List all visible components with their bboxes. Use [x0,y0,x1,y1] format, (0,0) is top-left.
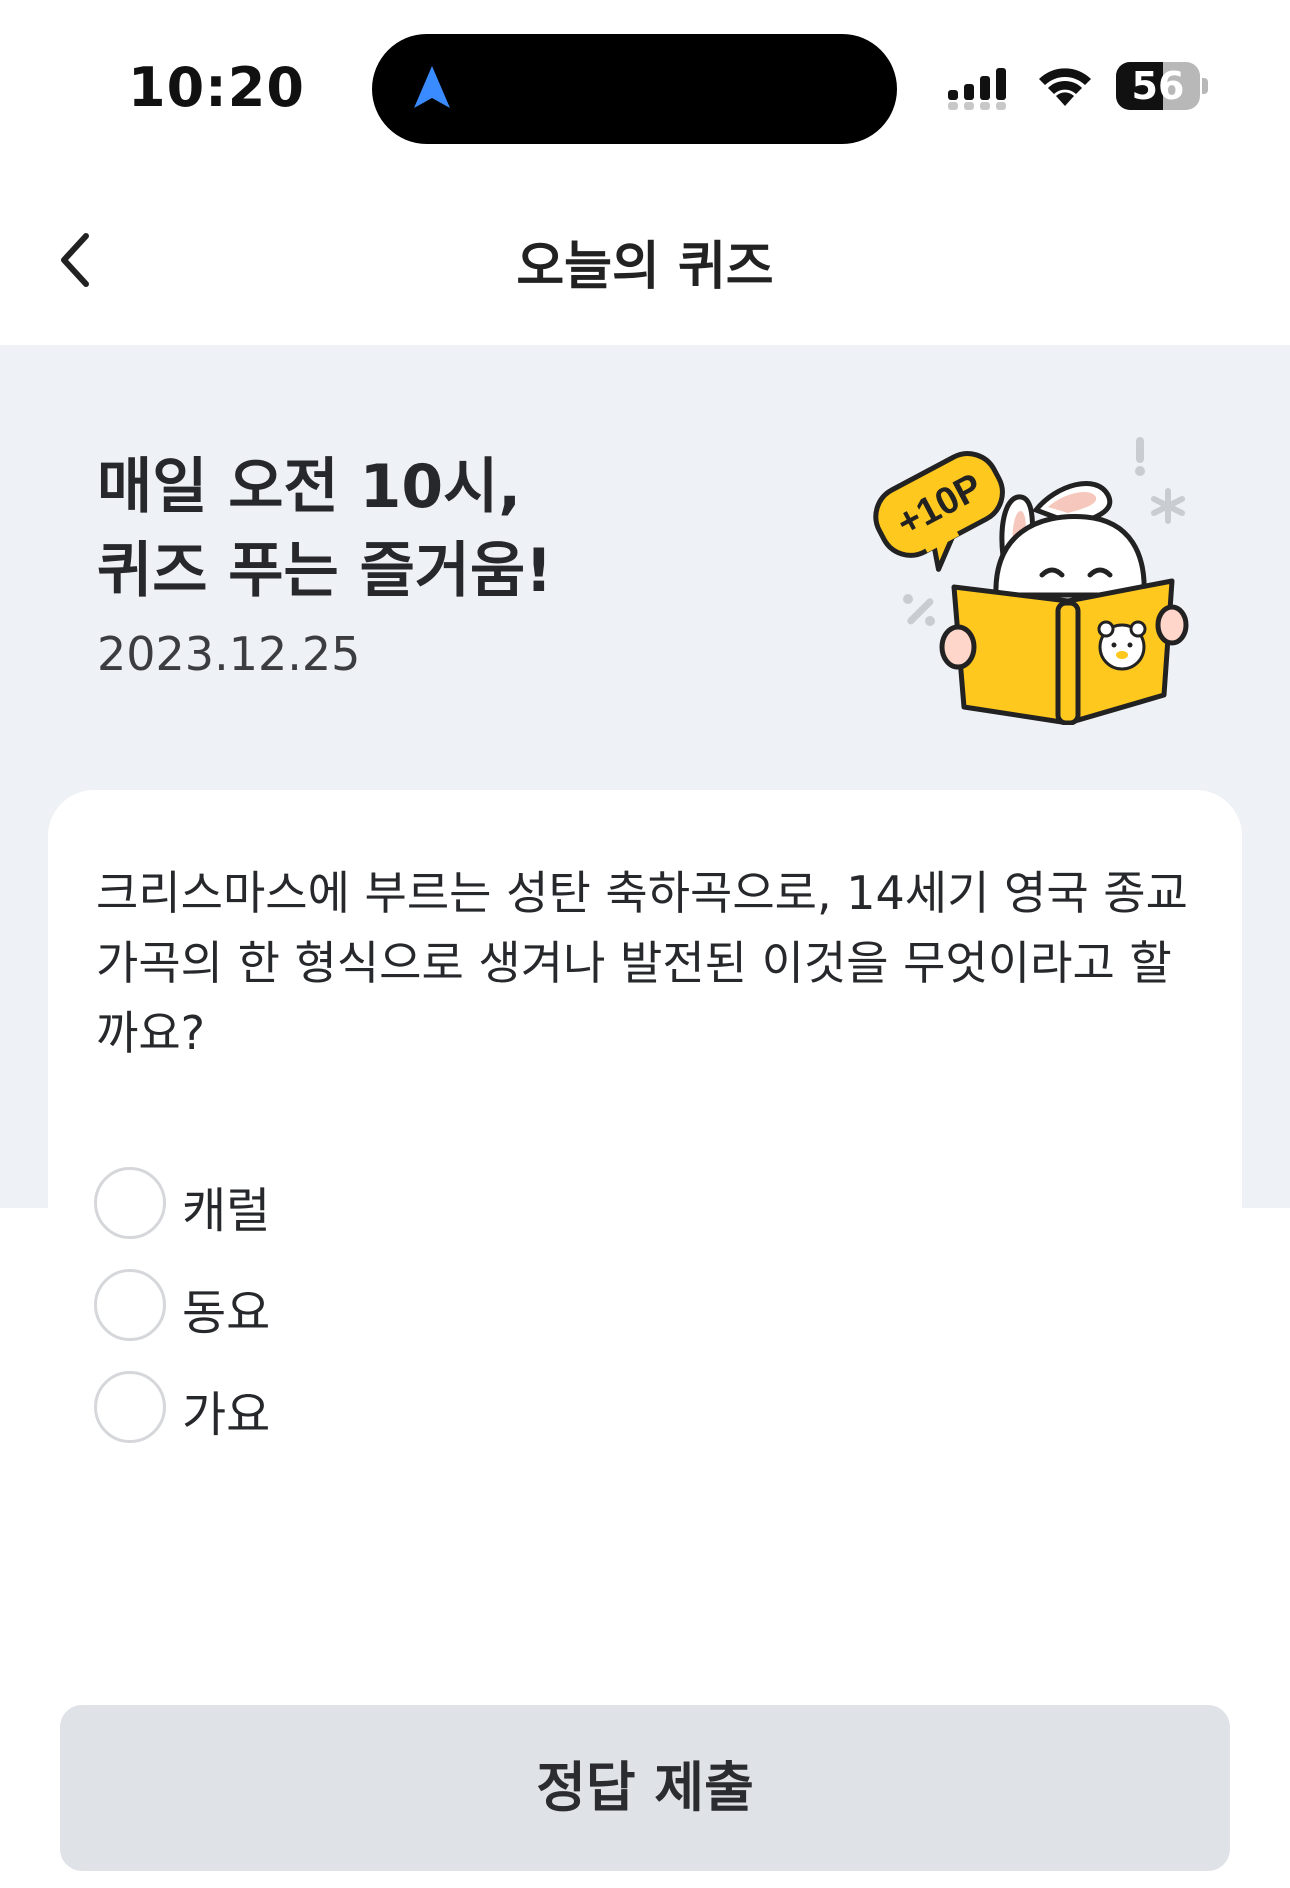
battery-body: 56 [1116,62,1200,110]
dynamic-island [372,34,897,144]
page-title: 오늘의 퀴즈 [516,237,774,297]
quiz-screen: 10:20 56 오늘의 퀴즈 매일 오전 10시, 퀴즈 푸는 즐거움! 20… [0,0,1290,1888]
option-carol[interactable]: 캐럴 [94,1167,694,1239]
battery-level-text: 56 [1131,64,1185,108]
quiz-date: 2023.12.25 [97,627,361,681]
radio-button[interactable] [94,1167,166,1239]
option-pop-song[interactable]: 가요 [94,1371,694,1443]
radio-button[interactable] [94,1371,166,1443]
battery-nub [1202,78,1208,94]
status-time: 10:20 [128,56,305,119]
location-arrow-icon [414,66,450,108]
status-bar: 10:20 56 [0,0,1290,160]
option-label: 캐럴 [182,1183,271,1239]
wifi-icon [1039,68,1091,106]
option-label: 가요 [182,1387,271,1443]
nav-bar: 오늘의 퀴즈 [0,190,1290,340]
quiz-question: 크리스마스에 부르는 성탄 축하곡으로, 14세기 영국 종교 가곡의 한 형식… [96,866,1188,1060]
submit-answer-button[interactable]: 정답 제출 [60,1705,1230,1871]
radio-button[interactable] [94,1269,166,1341]
option-label: 동요 [182,1285,271,1341]
hero-title-line1: 매일 오전 10시, [97,452,522,522]
cellular-signal-icon [948,68,1006,110]
battery-indicator: 56 [1116,62,1208,110]
hero-title: 매일 오전 10시, 퀴즈 푸는 즐거움! [97,445,553,613]
hero-title-line2: 퀴즈 푸는 즐거움! [97,536,553,606]
option-children-song[interactable]: 동요 [94,1269,694,1341]
rabbit-reading-book-illustration: +10P [873,437,1189,725]
